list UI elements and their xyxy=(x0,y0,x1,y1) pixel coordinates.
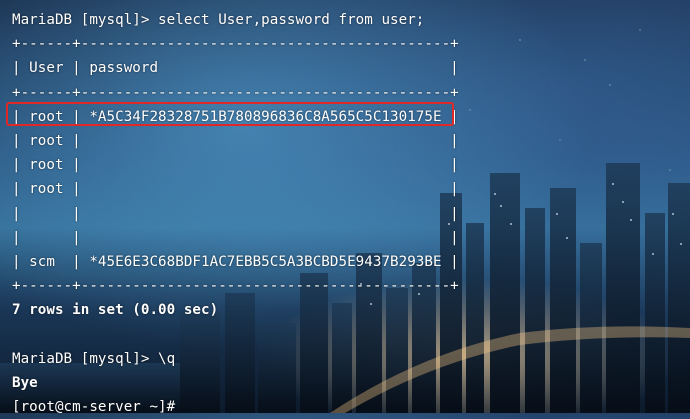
table-row: | root | | xyxy=(12,181,459,198)
table-row: | root | | xyxy=(12,132,459,149)
table-border-bottom: +------+--------------------------------… xyxy=(12,278,459,295)
table-row: | | | xyxy=(12,205,459,222)
table-row: | root | *A5C34F28328751B780896836C8A565… xyxy=(12,108,459,125)
command-line-select: MariaDB [mysql]> select User,password fr… xyxy=(12,12,425,28)
table-header-row: | User | password | xyxy=(12,60,459,77)
table-row: | scm | *45E6E3C68BDF1AC7EBB5C5A3BCBD5E9… xyxy=(12,253,459,270)
bye-message: Bye xyxy=(12,374,38,391)
table-row: | | | xyxy=(12,229,459,246)
command-line-quit: MariaDB [mysql]> \q xyxy=(12,350,176,367)
terminal-output[interactable]: MariaDB [mysql]> select User,password fr… xyxy=(0,0,690,415)
table-row: | root | | xyxy=(12,157,459,174)
table-border-top: +------+--------------------------------… xyxy=(12,36,459,53)
table-border-header: +------+--------------------------------… xyxy=(12,84,459,101)
shell-prompt[interactable]: [root@cm-server ~]# xyxy=(12,395,690,419)
result-summary: 7 rows in set (0.00 sec) xyxy=(12,302,219,319)
